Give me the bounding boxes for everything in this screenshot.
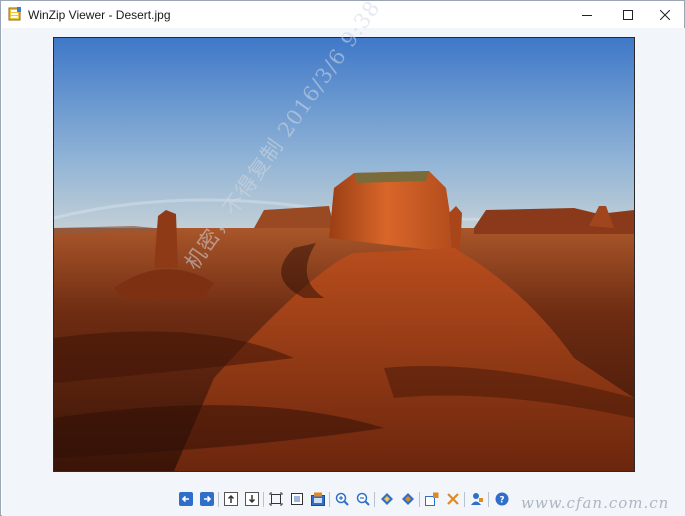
toolbar-separator — [218, 492, 219, 507]
close-button[interactable] — [642, 1, 685, 28]
svg-text:?: ? — [499, 496, 504, 506]
help-icon: ? — [495, 492, 509, 506]
toolbar-separator — [374, 492, 375, 507]
share-button[interactable] — [469, 491, 485, 507]
next-button[interactable] — [199, 491, 215, 507]
rotate-right-icon — [402, 493, 414, 505]
zoom-in-icon — [335, 492, 349, 506]
delete-button[interactable] — [445, 491, 461, 507]
help-button[interactable]: ? — [494, 491, 510, 507]
last-image-icon — [245, 492, 259, 506]
fullscreen-icon — [311, 492, 325, 506]
rotate-right-button[interactable] — [400, 491, 416, 507]
title-bar[interactable]: WinZip Viewer - Desert.jpg — [1, 1, 684, 28]
previous-arrow-icon — [179, 492, 193, 506]
toolbar-separator — [488, 492, 489, 507]
extract-icon — [425, 492, 439, 506]
extract-button[interactable] — [424, 491, 440, 507]
site-watermark: www.cfan.com.cn — [521, 494, 670, 512]
delete-icon — [447, 493, 459, 505]
winzip-icon — [8, 7, 22, 21]
first-image-icon — [224, 492, 238, 506]
minimize-button[interactable] — [564, 1, 609, 28]
fit-to-window-icon — [269, 492, 283, 506]
share-icon — [471, 493, 483, 505]
desert-photo[interactable] — [53, 37, 635, 472]
toolbar-separator — [329, 492, 330, 507]
last-image-button[interactable] — [244, 491, 260, 507]
zoom-in-button[interactable] — [334, 491, 350, 507]
winzip-viewer-window: WinZip Viewer - Desert.jpg 机密，不得复制 2016/… — [0, 0, 685, 516]
next-arrow-icon — [200, 492, 214, 506]
previous-button[interactable] — [178, 491, 194, 507]
fullscreen-button[interactable] — [310, 491, 326, 507]
maximize-icon — [622, 9, 633, 20]
actual-size-icon — [291, 493, 303, 505]
actual-size-button[interactable] — [289, 491, 305, 507]
fit-to-window-button[interactable] — [268, 491, 284, 507]
close-icon — [659, 9, 670, 20]
toolbar-separator — [464, 492, 465, 507]
toolbar-separator — [263, 492, 264, 507]
window-title: WinZip Viewer - Desert.jpg — [28, 8, 171, 22]
minimize-icon — [581, 14, 592, 16]
zoom-out-button[interactable] — [355, 491, 371, 507]
image-viewer-area[interactable]: 机密，不得复制 2016/3/6 9:38 — [2, 0, 685, 485]
rotate-left-icon — [381, 493, 393, 505]
rotate-left-button[interactable] — [379, 491, 395, 507]
first-image-button[interactable] — [223, 491, 239, 507]
toolbar-separator — [419, 492, 420, 507]
zoom-out-icon — [356, 492, 370, 506]
